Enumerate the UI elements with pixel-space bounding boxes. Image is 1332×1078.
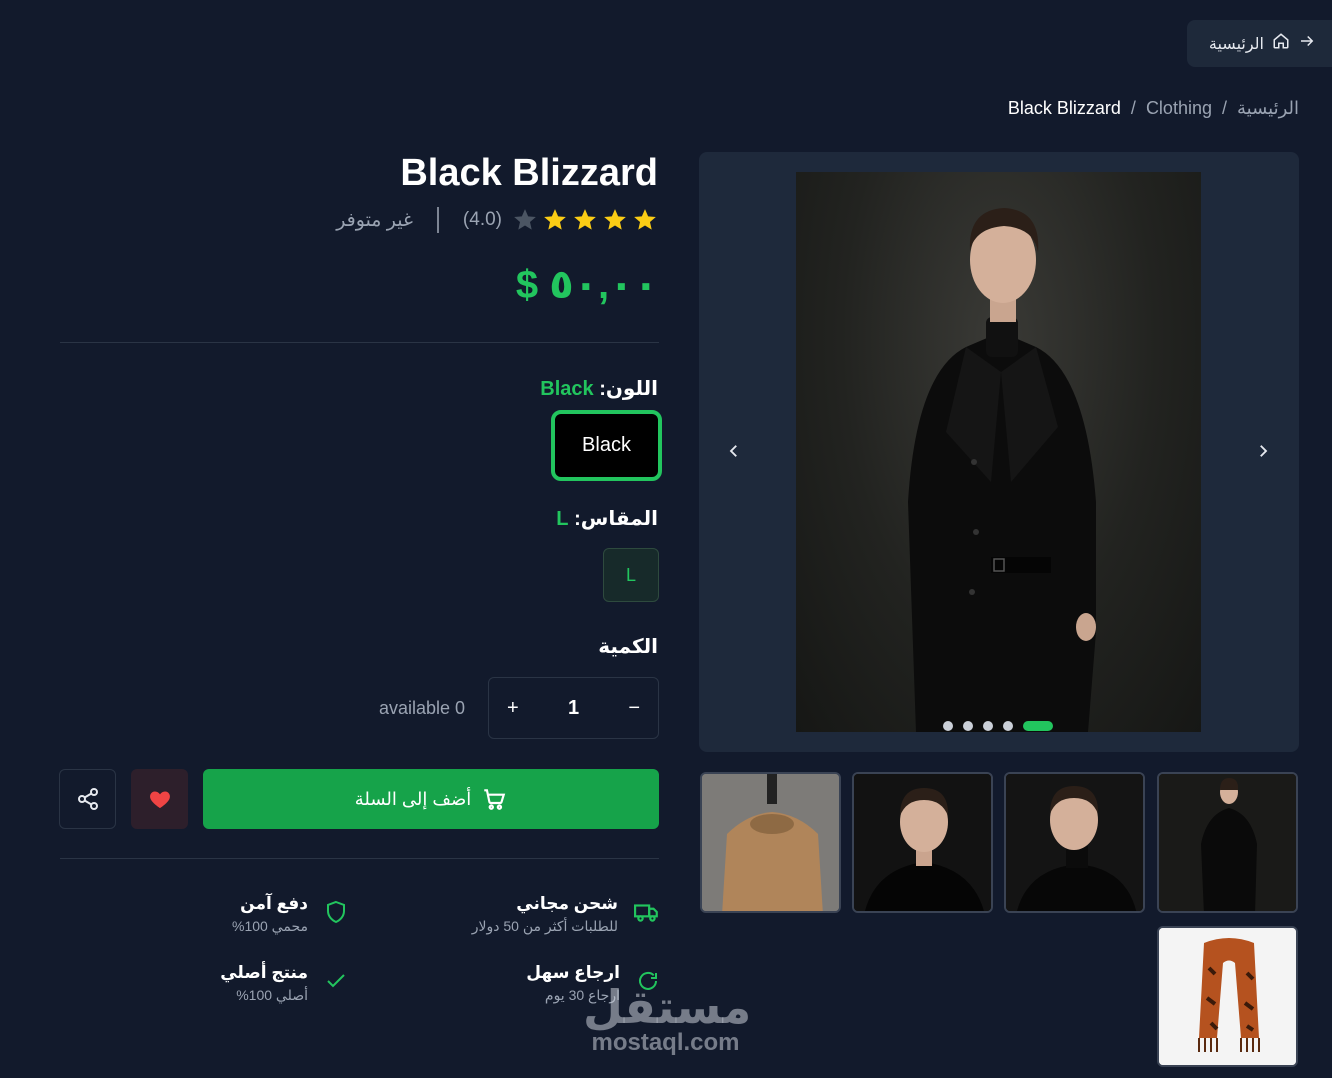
product-price: $ ٥٠,٠٠ (515, 263, 658, 307)
star-filled-icon (634, 209, 656, 230)
breadcrumb-current: Black Blizzard (1007, 98, 1121, 118)
product-title: Black Blizzard (400, 152, 658, 194)
rating-stars (512, 207, 658, 233)
feature-original-product: منتج أصلي أصلي 100% (220, 963, 348, 1004)
star-filled-icon (544, 209, 566, 230)
color-selected-value: Black (540, 378, 594, 400)
divider (60, 342, 659, 343)
feature-title: ارجاع سهل (526, 963, 620, 982)
gallery-dot[interactable] (943, 721, 953, 731)
product-gallery (699, 152, 1299, 752)
share-button[interactable] (59, 769, 116, 829)
watermark: مستقل mostaql.com (583, 981, 752, 1057)
divider (436, 207, 439, 233)
divider (60, 858, 659, 859)
quantity-stepper: + 1 − (488, 677, 659, 739)
arrow-right-icon (1298, 32, 1316, 55)
rating-row: (4.0) غير متوفر (336, 207, 658, 233)
gallery-dot[interactable] (963, 721, 973, 731)
star-empty-icon (514, 209, 536, 230)
color-option-black[interactable]: Black (551, 410, 662, 481)
quantity-decrement-button[interactable]: − (628, 697, 640, 720)
gallery-prev-button[interactable] (719, 436, 749, 466)
stock-status: غير متوفر (336, 209, 413, 231)
gallery-next-button[interactable] (1248, 436, 1278, 466)
quantity-increment-button[interactable]: + (507, 697, 519, 720)
chevron-right-icon (1260, 445, 1268, 457)
feature-free-shipping: شحن مجاني للطلبات أكثر من 50 دولار (472, 894, 660, 935)
home-button-label: الرئيسية (1208, 35, 1264, 53)
breadcrumb-category[interactable]: Clothing (1146, 98, 1212, 119)
size-option-l[interactable]: L (603, 548, 659, 602)
cart-icon (484, 789, 506, 810)
gallery-dot-active[interactable] (1023, 721, 1053, 731)
feature-title: شحن مجاني (516, 894, 618, 913)
feature-title: منتج أصلي (220, 963, 308, 982)
star-filled-icon (604, 209, 626, 230)
add-to-cart-label: أضف إلى السلة (354, 788, 472, 809)
color-label-row: اللون: Black (540, 376, 658, 401)
gallery-dots (943, 721, 1053, 731)
add-to-cart-button[interactable]: أضف إلى السلة (203, 769, 659, 829)
available-count: available 0 (379, 698, 466, 718)
check-icon (324, 969, 348, 998)
feature-subtitle: أصلي 100% (236, 987, 308, 1003)
feature-secure-payment: دفع آمن محمي 100% (232, 894, 348, 935)
size-label: المقاس: (574, 508, 658, 530)
watermark-url: mostaql.com (591, 1029, 740, 1056)
quantity-label: الكمية (598, 636, 658, 658)
shield-icon (324, 900, 348, 929)
breadcrumb: Black Blizzard / Clothing / الرئيسية (1008, 98, 1299, 119)
quantity-value: 1 (567, 696, 580, 719)
share-icon (77, 788, 98, 810)
watermark-arabic: مستقل (583, 981, 752, 1033)
chevron-left-icon (729, 445, 737, 457)
gallery-dot[interactable] (1003, 721, 1013, 731)
breadcrumb-home[interactable]: الرئيسية (1237, 98, 1299, 119)
home-back-button[interactable]: الرئيسية (1187, 20, 1332, 67)
thumbnail-sweater[interactable] (700, 772, 841, 913)
main-product-photo (796, 172, 1201, 732)
thumbnail-portrait-suit[interactable] (852, 772, 993, 913)
rating-value: (4.0) (462, 209, 502, 230)
thumbnail-portrait-turtleneck[interactable] (1004, 772, 1145, 913)
breadcrumb-separator: / (1130, 98, 1136, 118)
gallery-dot[interactable] (983, 721, 993, 731)
thumbnail-full-coat[interactable] (1157, 772, 1298, 913)
heart-icon (149, 791, 170, 808)
size-label-row: المقاس: L (556, 506, 658, 531)
breadcrumb-separator: / (1221, 98, 1227, 118)
size-selected-value: L (556, 508, 569, 530)
star-filled-icon (574, 209, 596, 230)
wishlist-button[interactable] (131, 769, 188, 829)
thumbnail-scarf[interactable] (1157, 926, 1298, 1067)
feature-subtitle: محمي 100% (231, 918, 308, 934)
color-label: اللون: (599, 378, 658, 400)
home-icon (1272, 32, 1290, 55)
truck-icon (634, 899, 660, 930)
feature-subtitle: للطلبات أكثر من 50 دولار (471, 918, 618, 934)
feature-title: دفع آمن (240, 894, 308, 913)
